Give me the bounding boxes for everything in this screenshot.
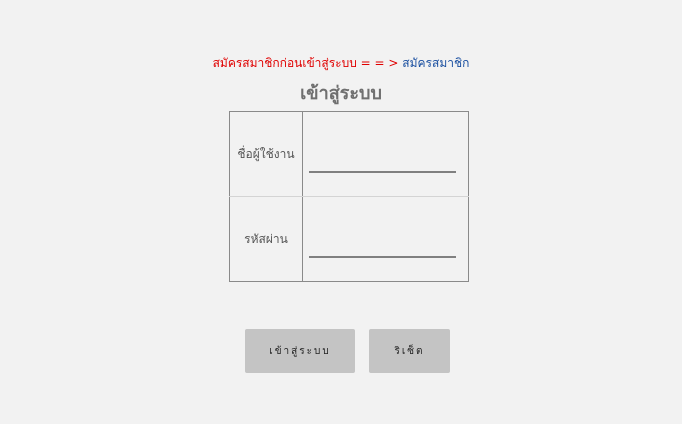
login-button[interactable]: เข้าสู่ระบบ <box>245 329 355 373</box>
password-cell <box>302 196 469 282</box>
register-notice: สมัครสมาชิกก่อนเข้าสู่ระบบ = = > สมัครสม… <box>0 55 682 71</box>
username-cell <box>302 111 469 197</box>
username-row: ชื่อผู้ใช้งาน <box>229 111 469 197</box>
register-warning-text: สมัครสมาชิกก่อนเข้าสู่ระบบ = = > <box>212 56 399 70</box>
username-label: ชื่อผู้ใช้งาน <box>229 111 303 197</box>
register-link[interactable]: สมัครสมาชิก <box>402 56 469 70</box>
password-label: รหัสผ่าน <box>229 196 303 282</box>
page-title: เข้าสู่ระบบ <box>300 83 382 104</box>
password-row: รหัสผ่าน <box>229 196 469 282</box>
login-form-table: ชื่อผู้ใช้งาน รหัสผ่าน <box>229 111 469 282</box>
reset-button[interactable]: ริเซ็ต <box>369 329 450 373</box>
username-input[interactable] <box>309 151 456 173</box>
password-input[interactable] <box>309 236 456 258</box>
